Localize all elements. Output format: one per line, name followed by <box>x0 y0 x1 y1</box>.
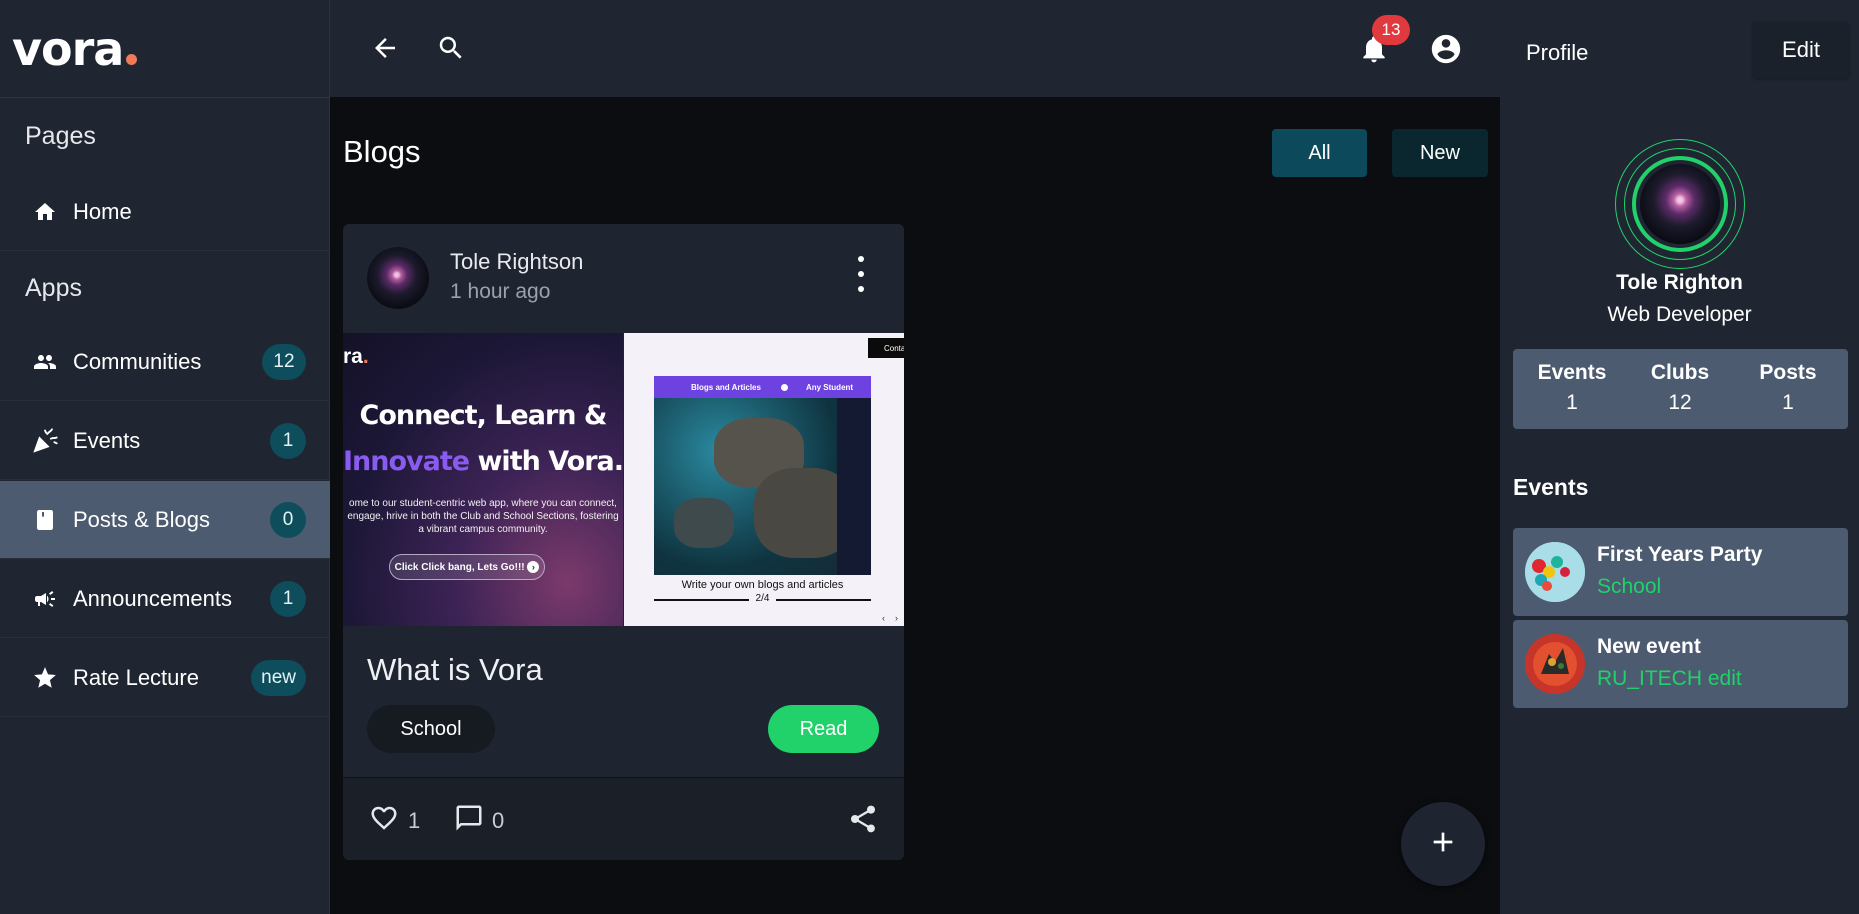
stat-value: 12 <box>1668 391 1692 414</box>
top-bar <box>330 0 1859 97</box>
party-popper-icon <box>30 426 60 456</box>
author-avatar[interactable] <box>367 247 429 309</box>
count-badge: 1 <box>270 580 306 617</box>
blog-post-card: Tole Rightson 1 hour ago ra. Connect, Le… <box>343 224 904 860</box>
event-item[interactable]: First Years Party School <box>1513 528 1848 616</box>
cover-contact: Conta <box>868 338 904 358</box>
megaphone-icon <box>30 584 60 614</box>
apps-section-label: Apps <box>25 274 82 302</box>
post-author[interactable]: Tole Rightson <box>450 249 583 275</box>
cover-tab-bar: Blogs and Articles Any Student <box>654 376 871 398</box>
account-circle-icon[interactable] <box>1426 29 1466 69</box>
cover-photo <box>654 398 871 575</box>
filter-new-button[interactable]: New <box>1392 129 1488 177</box>
events-heading: Events <box>1513 474 1589 500</box>
page-title: Blogs <box>343 134 421 169</box>
app-logo[interactable]: vora <box>12 22 138 76</box>
profile-name: Tole Righton <box>1616 271 1743 294</box>
profile-stats: Events 1 Clubs 12 Posts 1 <box>1513 349 1848 429</box>
cover-counter: 2/4 <box>755 593 770 604</box>
sidebar-item-label: Rate Lecture <box>73 664 199 690</box>
pages-section-label: Pages <box>25 122 96 150</box>
cover-brand: ra. <box>343 345 369 368</box>
comment-icon <box>454 803 492 839</box>
cover-headline: Connect, Learn & <box>359 400 608 431</box>
notification-count-badge: 13 <box>1372 15 1410 45</box>
cover-caption: Write your own blogs and articles <box>681 579 844 591</box>
edit-button[interactable]: Edit <box>1753 22 1849 78</box>
search-icon[interactable] <box>433 30 469 66</box>
more-vert-icon[interactable] <box>849 256 873 292</box>
share-icon[interactable] <box>847 803 887 835</box>
count-badge: 1 <box>270 422 306 459</box>
add-post-button[interactable] <box>1401 802 1485 886</box>
people-icon <box>30 347 60 377</box>
cover-slide-left: ra. Connect, Learn & Innovate with Vora.… <box>343 333 623 626</box>
event-item[interactable]: New event RU_ITECH edit <box>1513 620 1848 708</box>
event-subtitle: RU_ITECH edit <box>1597 667 1742 690</box>
sidebar-item-announcements[interactable]: Announcements 1 <box>0 560 330 638</box>
sidebar-item-label: Announcements <box>73 585 232 611</box>
profile-role: Web Developer <box>1607 303 1752 326</box>
plus-icon <box>1427 826 1459 863</box>
stat-value: 1 <box>1566 391 1578 414</box>
event-thumbnail <box>1525 634 1585 694</box>
sidebar: vora Pages Home Apps Communities 12 Even… <box>0 0 330 914</box>
event-title: New event <box>1597 635 1701 658</box>
home-icon <box>30 197 60 227</box>
cover-cta: Click Click bang, Lets Go!!! › <box>389 554 545 580</box>
comment-count: 0 <box>492 808 505 833</box>
cover-slide-right: Conta Blogs and Articles Any Student Wri… <box>624 333 904 626</box>
sidebar-item-communities[interactable]: Communities 12 <box>0 323 330 401</box>
heart-icon <box>368 803 408 839</box>
count-badge: 12 <box>262 343 306 380</box>
event-title: First Years Party <box>1597 543 1763 566</box>
stat-clubs: Clubs 12 <box>1625 361 1735 415</box>
stat-label: Posts <box>1759 361 1817 384</box>
star-icon <box>30 663 60 693</box>
new-badge: new <box>251 659 306 696</box>
post-time: 1 hour ago <box>450 280 551 303</box>
post-cover-image[interactable]: ra. Connect, Learn & Innovate with Vora.… <box>343 333 904 626</box>
sidebar-item-label: Posts & Blogs <box>73 506 210 532</box>
post-title[interactable]: What is Vora <box>367 652 543 688</box>
sidebar-item-rate-lecture[interactable]: Rate Lecture new <box>0 639 330 717</box>
stat-posts: Posts 1 <box>1733 361 1843 415</box>
logo-dot <box>126 54 138 65</box>
stat-label: Events <box>1537 361 1607 384</box>
like-count: 1 <box>408 808 421 833</box>
event-subtitle: School <box>1597 575 1662 598</box>
filter-all-button[interactable]: All <box>1272 129 1367 177</box>
cover-headline-2: Innovate with Vora. <box>343 446 623 477</box>
read-button[interactable]: Read <box>768 705 879 753</box>
profile-label[interactable]: Profile <box>1526 40 1588 66</box>
stat-events: Events 1 <box>1517 361 1627 415</box>
sidebar-item-label: Communities <box>73 348 202 374</box>
back-arrow-icon[interactable] <box>367 30 403 66</box>
sidebar-item-home[interactable]: Home <box>0 173 330 251</box>
stat-label: Clubs <box>1650 361 1710 384</box>
divider <box>0 97 330 98</box>
post-tag: School <box>367 705 495 753</box>
like-button[interactable]: 1 <box>368 803 420 839</box>
sidebar-item-posts-blogs[interactable]: Posts & Blogs 0 <box>0 481 330 559</box>
sidebar-item-events[interactable]: Events 1 <box>0 402 330 480</box>
comment-button[interactable]: 0 <box>454 803 504 839</box>
profile-avatar[interactable] <box>1640 164 1720 244</box>
cover-description: ome to our student-centric web app, wher… <box>347 498 619 535</box>
post-actions: 1 0 <box>343 777 904 860</box>
book-icon <box>30 505 60 535</box>
sidebar-item-label: Events <box>73 427 141 453</box>
sidebar-item-label: Home <box>73 198 132 224</box>
stat-value: 1 <box>1782 391 1794 414</box>
event-thumbnail <box>1525 542 1585 602</box>
count-badge: 0 <box>270 501 306 538</box>
